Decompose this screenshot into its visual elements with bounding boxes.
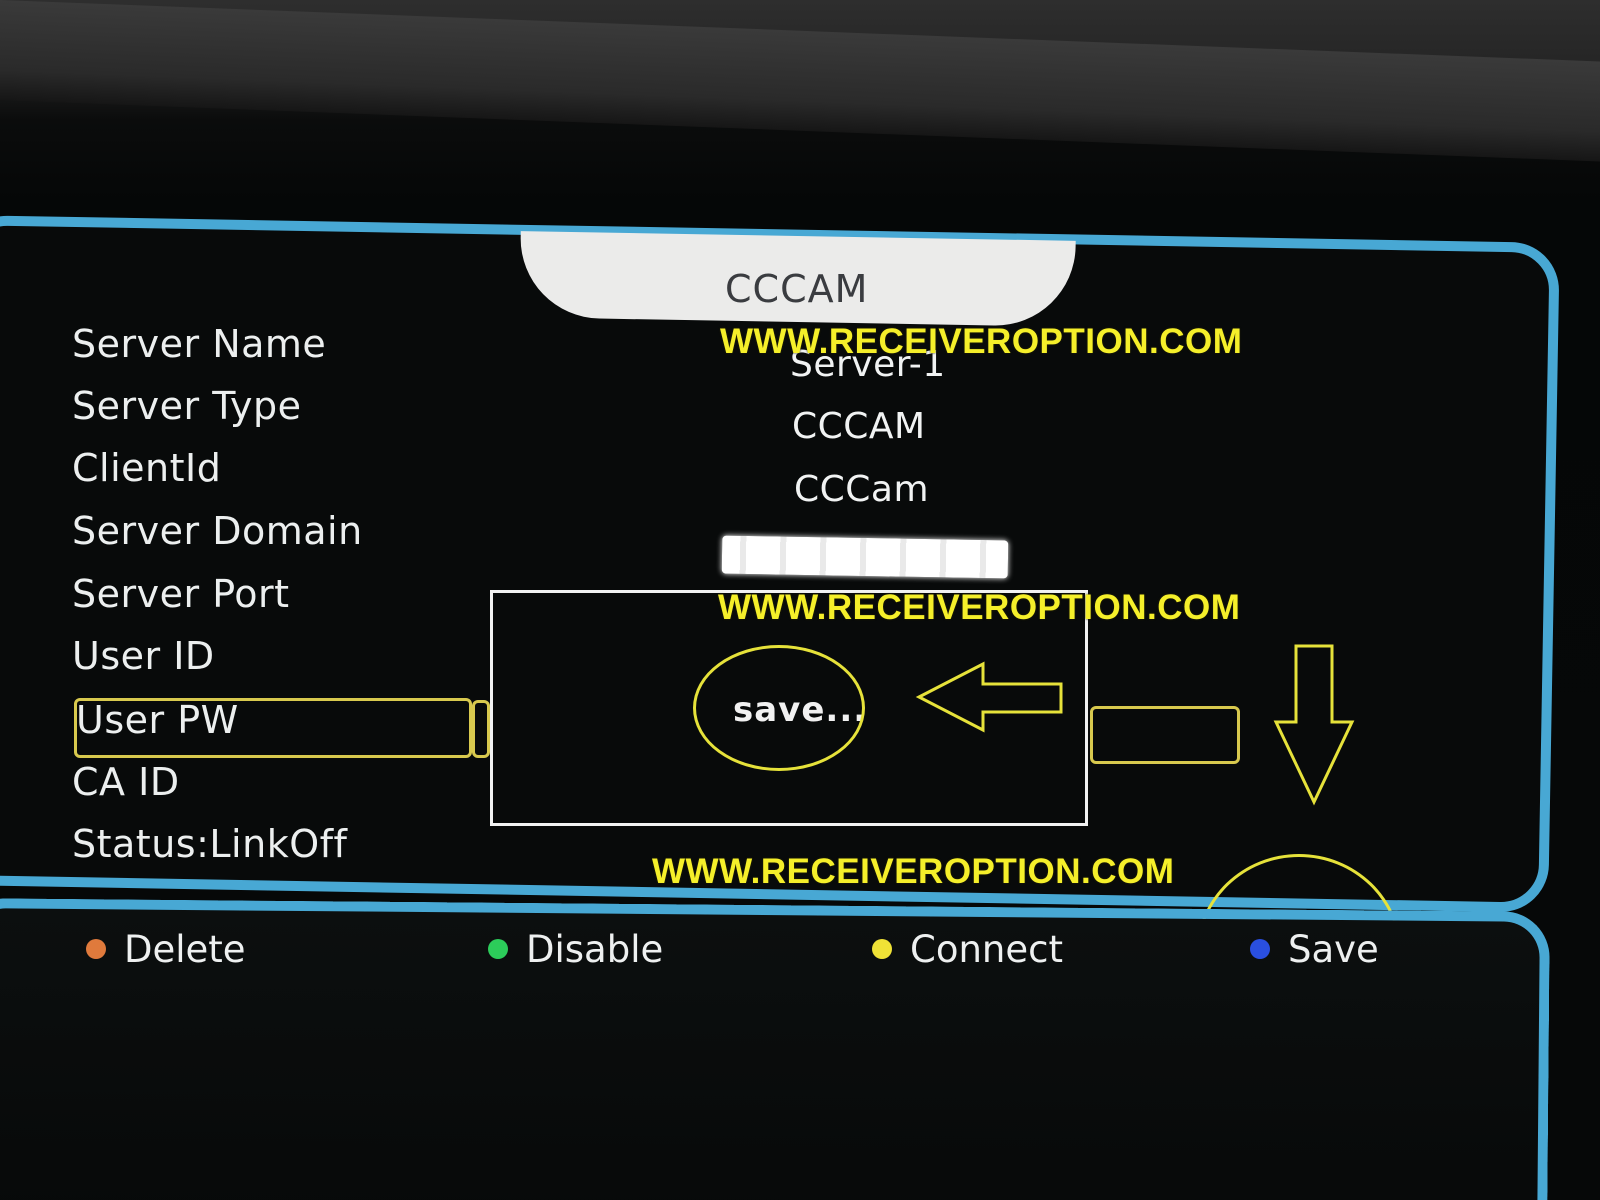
client-id-label[interactable]: ClientId: [72, 446, 221, 490]
user-pw-label[interactable]: User PW: [76, 698, 239, 742]
watermark-3: WWW.RECEIVEROPTION.COM: [652, 852, 1175, 891]
server-name-label[interactable]: Server Name: [72, 322, 326, 366]
disable-button[interactable]: Disable: [488, 928, 663, 971]
connect-button[interactable]: Connect: [872, 928, 1063, 971]
save-button[interactable]: Save: [1250, 928, 1379, 971]
down-arrow-icon: [1273, 644, 1355, 806]
save-button-label: Save: [1288, 928, 1379, 971]
blue-key-icon: [1250, 938, 1270, 959]
page-title: CCCAM: [725, 267, 869, 311]
yellow-key-icon: [872, 938, 892, 959]
user-id-label[interactable]: User ID: [72, 634, 215, 678]
server-type-label[interactable]: Server Type: [72, 384, 301, 428]
redacted-server-domain: [721, 535, 1009, 579]
tv-screen: CCCAM Server Name Server Type ClientId S…: [0, 0, 1600, 1200]
delete-button-label: Delete: [124, 928, 246, 971]
server-type-value[interactable]: CCCAM: [792, 406, 926, 447]
disable-button-label: Disable: [526, 928, 664, 971]
red-key-icon: [86, 938, 106, 959]
server-domain-label[interactable]: Server Domain: [72, 509, 363, 553]
watermark-2: WWW.RECEIVEROPTION.COM: [718, 588, 1241, 627]
delete-button[interactable]: Delete: [86, 928, 246, 971]
annotation-circle-dialog: [693, 645, 865, 771]
ca-id-label[interactable]: CA ID: [72, 760, 180, 804]
left-arrow-icon: [915, 661, 1063, 733]
server-port-label[interactable]: Server Port: [72, 572, 290, 616]
green-key-icon: [488, 938, 508, 959]
status-text: Status:LinkOff: [72, 822, 348, 866]
tv-bezel: [0, 0, 1600, 162]
connect-button-label: Connect: [910, 928, 1063, 971]
selected-row-value-highlight[interactable]: [1090, 706, 1240, 764]
selected-row-cap: [472, 700, 490, 758]
client-id-value[interactable]: CCCam: [794, 469, 929, 510]
watermark-1: WWW.RECEIVEROPTION.COM: [720, 322, 1243, 361]
